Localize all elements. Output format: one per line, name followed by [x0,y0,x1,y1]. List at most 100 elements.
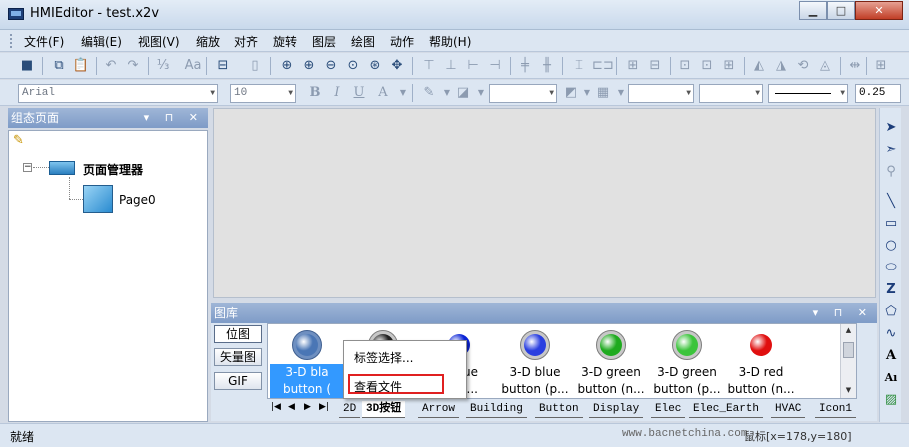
scroll-up-icon[interactable]: ▲ [843,326,854,336]
color-select-1[interactable]: ▼ [489,84,557,103]
flip-v-icon[interactable]: ◮ [772,57,790,75]
same-width-icon[interactable]: ⊏⊐ [592,57,614,75]
polygon-icon[interactable]: ⬠ [883,304,899,320]
collapse-icon[interactable]: − [23,163,32,172]
menu-draw[interactable]: 绘图 [351,33,375,50]
font-size-select[interactable]: 10 ▼ [230,84,296,103]
design-canvas[interactable] [213,108,876,298]
rotate-free-icon[interactable]: ◬ [816,57,834,75]
save-icon[interactable]: ■ [18,57,36,75]
menu-rotate[interactable]: 旋转 [273,33,297,50]
rich-text-icon[interactable]: Aı [883,370,899,386]
fill-color-icon[interactable]: ◪ [454,84,472,102]
bold-button[interactable]: B [306,84,324,102]
tab-elec-earth[interactable]: Elec_Earth [689,401,764,418]
color-select-2[interactable]: ▼ [628,84,694,103]
text-color-button[interactable]: A [374,84,392,102]
flip-h-icon[interactable]: ◭ [750,57,768,75]
line-width-select[interactable]: 0.25 [855,84,901,103]
font-family-select[interactable]: Arial ▼ [18,84,218,103]
gif-tab-button[interactable]: GIF [214,372,262,390]
tab-button[interactable]: Button [535,401,583,418]
menu-align[interactable]: 对齐 [234,33,258,50]
align-right-icon[interactable]: ⊣ [486,57,504,75]
nav-last-icon[interactable]: ▶| [319,402,329,412]
space-v-icon[interactable]: ⊡ [698,57,716,75]
tab-2d[interactable]: 2D [339,401,361,418]
line-style-select[interactable]: ▼ [768,84,848,103]
nav-next-icon[interactable]: ▶ [304,402,311,412]
center-h-icon[interactable]: ╪ [516,57,534,75]
line-color-icon[interactable]: ✎ [420,84,438,102]
gallery-item[interactable]: 3-D green button (p... [650,324,724,400]
panel-controls[interactable]: ▾ ⊓ ✕ [813,303,873,323]
new-page-icon[interactable]: ▯ [246,57,264,75]
scroll-thumb[interactable] [843,342,854,358]
line-icon[interactable]: ╲ [883,194,899,210]
gallery-item[interactable]: 3-D bla button ( [270,324,344,400]
ungroup-icon[interactable]: ⊟ [646,57,664,75]
menu-view[interactable]: 视图(V) [138,33,180,50]
tab-display[interactable]: Display [589,401,644,418]
tab-hvac[interactable]: HVAC [771,401,806,418]
text-icon[interactable]: A [883,348,899,364]
align-left-icon[interactable]: ⊢ [464,57,482,75]
menu-zoom[interactable]: 缩放 [196,33,220,50]
ellipse-icon[interactable]: ⬭ [883,260,899,276]
maximize-button[interactable]: □ [827,1,855,20]
tree-page-label[interactable]: Page0 [119,193,156,207]
group-icon[interactable]: ⊞ [624,57,642,75]
font-style-icon[interactable]: Aa [184,57,202,75]
circle-icon[interactable]: ○ [883,238,899,254]
menu-file[interactable]: 文件(F) [24,33,64,50]
chevron-down-icon[interactable]: ▼ [472,84,490,102]
new-page-icon[interactable]: ✎ [13,133,29,149]
paste-icon[interactable]: 📋 [72,57,90,75]
same-height-icon[interactable]: ⌶ [570,57,588,75]
tab-3d-button[interactable]: 3D按钮 [362,401,406,418]
image-icon[interactable]: ▨ [883,392,899,408]
number-icon[interactable]: ⅓ [154,57,172,75]
rectangle-icon[interactable]: ▭ [883,216,899,232]
zoom-fit-icon[interactable]: ⊕ [278,57,296,75]
tab-building[interactable]: Building [466,401,527,418]
grid-icon[interactable]: ⊞ [720,57,738,75]
scroll-down-icon[interactable]: ▼ [843,386,854,396]
pin-icon[interactable]: ⚲ [883,164,899,180]
context-menu-item-select-tag[interactable]: 标签选择... [354,349,413,366]
color-select-3[interactable]: ▼ [699,84,763,103]
nav-first-icon[interactable]: |◀ [271,402,281,412]
redo-icon[interactable]: ↷ [124,57,142,75]
gallery-item[interactable]: 3-D green button (n... [574,324,648,400]
space-h-icon[interactable]: ⊡ [676,57,694,75]
pattern-icon[interactable]: ▦ [594,84,612,102]
undo-icon[interactable]: ↶ [102,57,120,75]
nav-prev-icon[interactable]: ◀ [288,402,295,412]
minimize-button[interactable]: ▁ [799,1,827,20]
zoom-out-icon[interactable]: ⊖ [322,57,340,75]
tab-elec[interactable]: Elec [651,401,686,418]
menu-action[interactable]: 动作 [390,33,414,50]
curve-icon[interactable]: ∿ [883,326,899,342]
gallery-scrollbar[interactable]: ▲ ▼ [840,324,856,398]
gallery-item[interactable]: 3-D blue button (p... [498,324,572,400]
chevron-down-icon[interactable]: ▼ [394,84,412,102]
bitmap-tab-button[interactable]: 位图 [214,325,262,343]
zoom-area-icon[interactable]: ⊛ [366,57,384,75]
cursor-node-icon[interactable]: ➣ [883,142,899,158]
properties-icon[interactable]: ⊟ [214,57,232,75]
tab-arrow[interactable]: Arrow [418,401,460,418]
context-menu-item-view-file[interactable]: 查看文件 [354,378,402,395]
tree-root-label[interactable]: 页面管理器 [83,161,143,178]
menu-layer[interactable]: 图层 [312,33,336,50]
align-bottom-icon[interactable]: ⊥ [442,57,460,75]
lock-icon[interactable]: ⇹ [846,57,864,75]
tab-icon1[interactable]: Icon1 [815,401,857,418]
cursor-arrow-icon[interactable]: ➤ [883,120,899,136]
center-v-icon[interactable]: ╫ [538,57,556,75]
vector-tab-button[interactable]: 矢量图 [214,348,262,366]
menu-help[interactable]: 帮助(H) [429,33,471,50]
layout-icon[interactable]: ⊞ [872,57,890,75]
underline-button[interactable]: U [350,84,368,102]
pan-icon[interactable]: ✥ [388,57,406,75]
